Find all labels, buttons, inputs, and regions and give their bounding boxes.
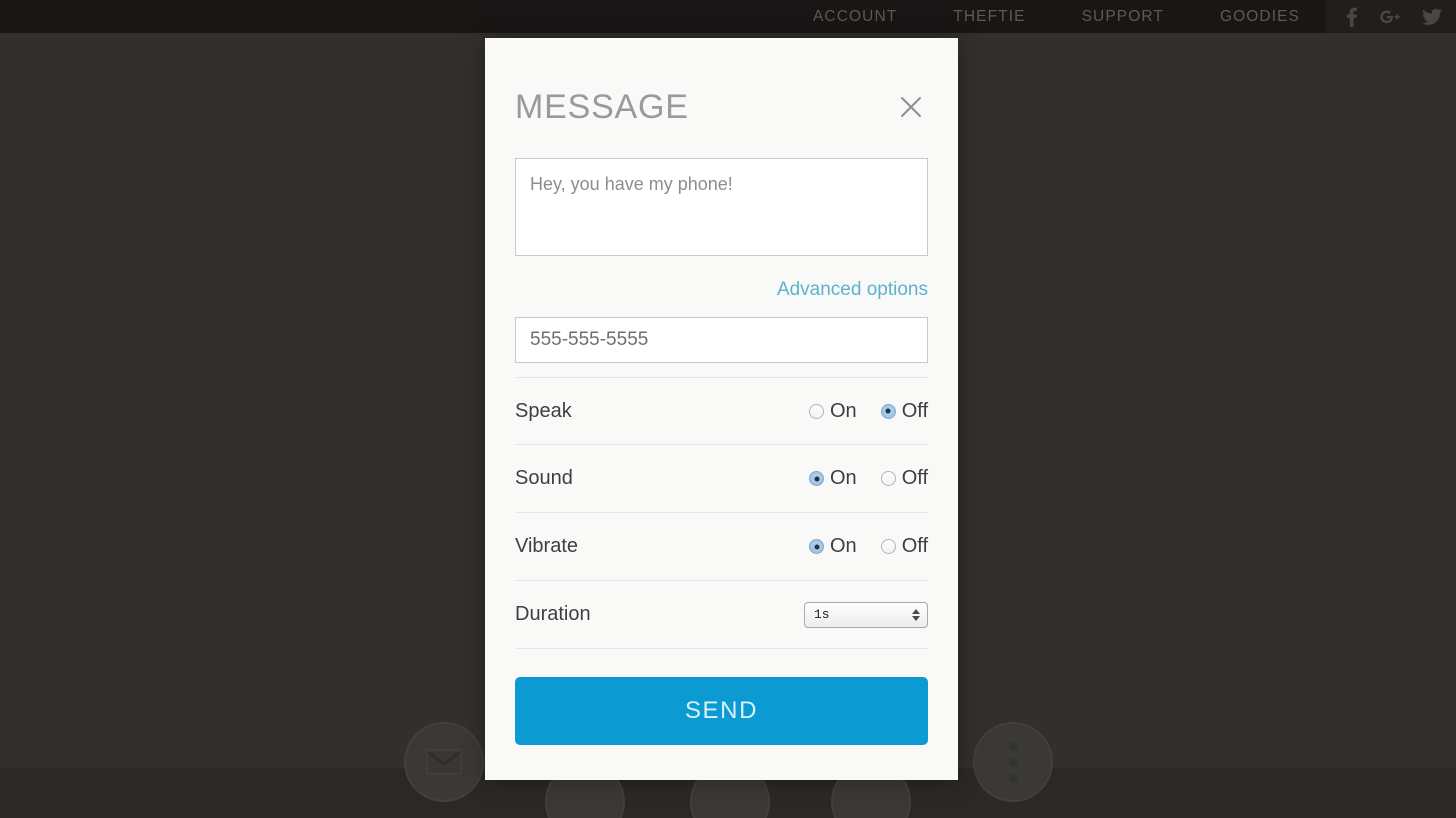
radio-circle-icon	[809, 403, 824, 419]
duration-select-wrapper: 1s	[804, 601, 928, 628]
vibrate-off-radio[interactable]: Off	[880, 535, 928, 558]
setting-row-speak: Speak On Off	[515, 377, 928, 445]
setting-row-sound: Sound On Off	[515, 445, 928, 513]
nav-link-account[interactable]: ACCOUNT	[813, 8, 897, 26]
phone-number-input[interactable]	[515, 317, 928, 363]
sound-on-radio[interactable]: On	[809, 467, 857, 490]
close-icon[interactable]	[894, 90, 928, 124]
radio-circle-icon	[880, 471, 896, 486]
message-modal: MESSAGE Hey, you have my phone! Advanced…	[485, 38, 958, 780]
speak-off-radio[interactable]: Off	[880, 399, 928, 423]
speak-radio-group: On Off	[809, 400, 928, 423]
speak-on-label: On	[830, 399, 857, 422]
radio-circle-selected-icon	[809, 471, 824, 486]
setting-label-speak: Speak	[515, 399, 572, 422]
top-navigation-bar: ACCOUNT THEFTIE SUPPORT GOODIES	[0, 0, 1456, 33]
advanced-options-link[interactable]: Advanced options	[777, 279, 928, 301]
radio-circle-icon	[880, 539, 896, 554]
setting-row-duration: Duration 1s	[515, 581, 928, 649]
setting-row-vibrate: Vibrate On Off	[515, 513, 928, 581]
sound-off-radio[interactable]: Off	[880, 467, 928, 490]
radio-circle-selected-icon	[809, 539, 824, 554]
setting-label-duration: Duration	[515, 603, 591, 625]
duration-select[interactable]: 1s	[804, 601, 928, 628]
page-root: ACCOUNT THEFTIE SUPPORT GOODIES MESSAGE …	[0, 0, 1456, 818]
sound-on-label: On	[830, 467, 857, 489]
message-input[interactable]: Hey, you have my phone!	[515, 158, 928, 256]
settings-list: Speak On Off Sound On Off Vibrate On Off…	[515, 377, 928, 649]
speak-off-label: Off	[901, 399, 928, 422]
page-title: MESSAGE	[515, 88, 689, 126]
vibrate-on-label: On	[830, 535, 857, 557]
vibrate-on-radio[interactable]: On	[809, 535, 857, 558]
speak-on-radio[interactable]: On	[809, 400, 857, 423]
twitter-icon[interactable]	[1422, 8, 1442, 26]
nav-link-goodies[interactable]: GOODIES	[1220, 8, 1300, 26]
mail-circle-button[interactable]	[404, 722, 484, 802]
setting-label-sound: Sound	[515, 467, 573, 489]
envelope-icon	[426, 749, 462, 775]
advanced-options-row: Advanced options	[515, 261, 928, 317]
more-vertical-icon	[1008, 741, 1018, 783]
nav-link-theftie[interactable]: THEFTIE	[953, 8, 1025, 26]
nav-links: ACCOUNT THEFTIE SUPPORT GOODIES	[813, 8, 1326, 26]
send-button[interactable]: SEND	[515, 677, 928, 745]
radio-circle-selected-icon	[880, 403, 896, 419]
sound-off-label: Off	[901, 467, 928, 489]
vibrate-radio-group: On Off	[809, 535, 928, 558]
social-links	[1326, 0, 1456, 33]
modal-header: MESSAGE	[515, 38, 928, 158]
vibrate-off-label: Off	[901, 535, 928, 557]
sound-radio-group: On Off	[809, 467, 928, 490]
facebook-icon[interactable]	[1346, 7, 1358, 27]
more-circle-button[interactable]	[973, 722, 1053, 802]
setting-label-vibrate: Vibrate	[515, 535, 579, 557]
nav-link-support[interactable]: SUPPORT	[1082, 8, 1164, 26]
google-plus-icon[interactable]	[1380, 7, 1400, 27]
